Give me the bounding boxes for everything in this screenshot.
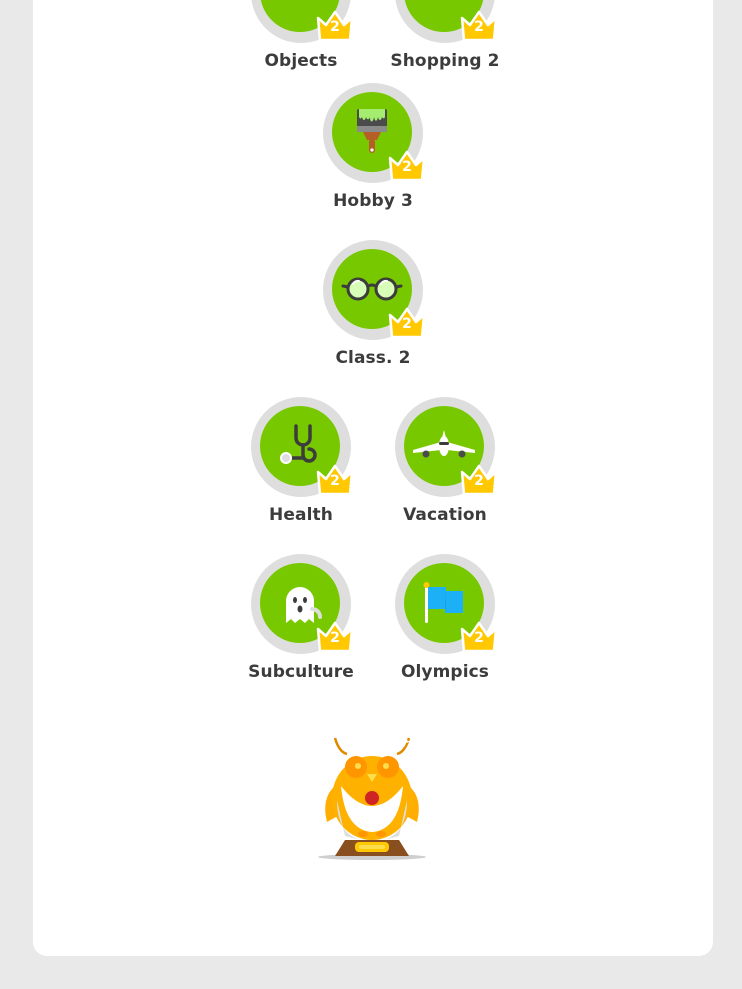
golden-owl-trophy[interactable] [311, 726, 433, 866]
skill-vacation-circle[interactable]: 2 [395, 397, 498, 497]
skill-health-circle[interactable]: 2 [251, 397, 354, 497]
skill-objects[interactable]: 2 Objects [231, 0, 371, 71]
skill-subculture[interactable]: 2 Subculture [231, 554, 371, 682]
skill-label[interactable]: Health [231, 505, 371, 525]
crown-icon: 2 [315, 462, 355, 496]
skill-shopping-2[interactable]: 2 Shopping 2 [375, 0, 515, 71]
skill-label[interactable]: Subculture [231, 662, 371, 682]
skill-label[interactable]: Class. 2 [303, 348, 443, 368]
crown-icon: 2 [387, 305, 427, 339]
stethoscope-icon [280, 424, 317, 464]
skill-health[interactable]: 2 Health [231, 397, 371, 525]
crown-icon: 2 [459, 619, 499, 653]
skill-olympics[interactable]: 2 Olympics [375, 554, 515, 682]
skill-label[interactable]: Shopping 2 [375, 51, 515, 71]
skill-label[interactable]: Hobby 3 [303, 191, 443, 211]
skill-subculture-circle[interactable]: 2 [251, 554, 354, 654]
skill-class-2-circle[interactable]: 2 [323, 240, 426, 340]
crown-level: 2 [330, 19, 340, 35]
crown-icon: 2 [387, 148, 427, 182]
skill-olympics-circle[interactable]: 2 [395, 554, 498, 654]
crown-level: 2 [402, 316, 412, 332]
crown-level: 2 [474, 19, 484, 35]
crown-level: 2 [330, 473, 340, 489]
skill-label[interactable]: Objects [231, 51, 371, 71]
skill-hobby-3-circle[interactable]: 2 [323, 83, 426, 183]
crown-icon: 2 [459, 8, 499, 42]
airplane-icon [413, 430, 475, 458]
crown-level: 2 [402, 159, 412, 175]
crown-icon: 2 [315, 619, 355, 653]
crown-level: 2 [330, 630, 340, 646]
crown-level: 2 [474, 473, 484, 489]
golden-owl-trophy-icon [318, 736, 426, 860]
skill-label[interactable]: Vacation [375, 505, 515, 525]
crown-icon: 2 [459, 462, 499, 496]
skill-objects-circle[interactable]: 2 [251, 0, 354, 43]
skill-vacation[interactable]: 2 Vacation [375, 397, 515, 525]
crown-level: 2 [474, 630, 484, 646]
crown-icon: 2 [315, 8, 355, 42]
skill-hobby-3[interactable]: 2 Hobby 3 [303, 83, 443, 211]
glasses-icon [341, 277, 403, 301]
skill-shopping-2-circle[interactable]: 2 [395, 0, 498, 43]
skill-class-2[interactable]: 2 Class. 2 [303, 240, 443, 368]
skill-label[interactable]: Olympics [375, 662, 515, 682]
